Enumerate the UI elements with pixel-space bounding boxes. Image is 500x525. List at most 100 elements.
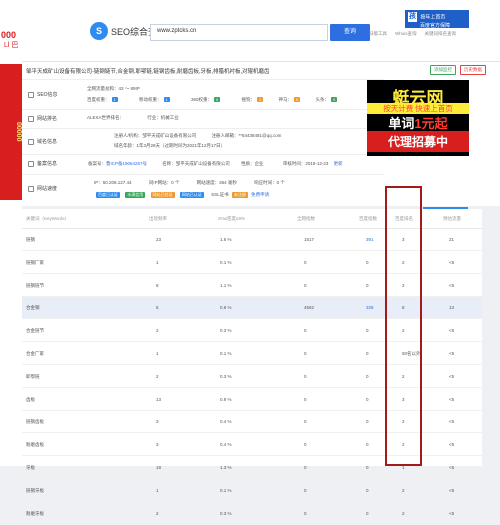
cell-baidu-index[interactable]: 328 bbox=[366, 305, 374, 310]
cell-traffic: <5 bbox=[449, 259, 455, 265]
th-frequency: 出现频率 bbox=[149, 216, 167, 221]
category-value[interactable]: 机械工业 bbox=[161, 115, 179, 120]
cell-density: 1.1 % bbox=[220, 282, 232, 288]
cell-baidu-index[interactable]: 0 bbox=[366, 397, 369, 402]
cell-baidu-index[interactable]: 0 bbox=[366, 283, 369, 288]
link-keyword-rank[interactable]: 关键词排名查询 bbox=[425, 31, 457, 37]
cell-frequency: 8 bbox=[156, 282, 159, 288]
domain-search-input[interactable]: www.zptcks.cn bbox=[150, 24, 328, 41]
table-row[interactable]: 耐磨牙板 2 0.3 % 0 0 2 <5 bbox=[22, 503, 482, 525]
cell-keyword: 链钢牙板 bbox=[26, 487, 44, 493]
traffic-row: 全网流量总和：43 ～ 89IP bbox=[87, 86, 140, 91]
toutiao-badge[interactable]: 0 bbox=[331, 97, 338, 102]
cell-frequency: 2 bbox=[156, 328, 159, 334]
cell-traffic: <5 bbox=[449, 442, 455, 448]
search-button[interactable]: 查询 bbox=[330, 24, 370, 41]
cell-keyword: 链钢齿板 bbox=[26, 419, 44, 425]
icp-label: 备案信息 bbox=[28, 160, 57, 167]
left-ad-banner[interactable]: 000 Ll 巴 00000 bbox=[0, 0, 22, 466]
cell-baidu-index[interactable]: 391 bbox=[366, 237, 374, 242]
add-monitor-button[interactable]: 添加监控 bbox=[430, 65, 456, 75]
credit-badge[interactable]: 水滴信用 bbox=[125, 192, 146, 198]
cell-frequency: 1 bbox=[156, 351, 159, 356]
corner-ad[interactable]: 孩 按年上首页 百度官方保障 bbox=[405, 10, 469, 29]
cell-traffic: <5 bbox=[449, 419, 455, 425]
cell-baidu-index[interactable]: 0 bbox=[366, 511, 369, 516]
corner-ad-icon: 孩 bbox=[408, 12, 417, 22]
cell-baidu-rank: 2 bbox=[402, 510, 405, 516]
sogou-badge[interactable]: 1 bbox=[257, 97, 264, 102]
cell-traffic: <5 bbox=[449, 373, 455, 379]
cell-all-index: 0 bbox=[304, 396, 307, 402]
baidu-verified-badge[interactable]: 百度已认证 bbox=[96, 192, 120, 198]
th-baidu-index: 百度指数 bbox=[359, 216, 377, 221]
top-header: S SEO综合查询 www.zptcks.cn 查询 旧版工具 Whois查询 … bbox=[22, 0, 500, 62]
cell-keyword: 合金钢 bbox=[26, 305, 40, 311]
cell-density: 0.3 % bbox=[220, 328, 232, 334]
shenma-badge[interactable]: 0 bbox=[294, 97, 301, 102]
weights-row: 百度权重： 1 移动权重： 1 360权重： 0 搜狗： 1 神马： 0 头条： 0 bbox=[87, 97, 338, 102]
cell-keyword: 齿板 bbox=[26, 396, 35, 402]
cell-frequency: 1 bbox=[156, 259, 159, 265]
cell-all-index: 0 bbox=[304, 351, 307, 356]
domain-age-row: 域名年龄：1年3月28天（过期时间为2021年12月17日） bbox=[114, 143, 226, 148]
cell-all-index: 4592 bbox=[304, 305, 315, 311]
icp-row: 备案号：鲁ICP备19064257号 名称：邹平天成矿山设备有限公司 性质：企业… bbox=[88, 161, 343, 166]
left-ad-top: 000 Ll 巴 bbox=[0, 0, 22, 64]
cell-baidu-index[interactable]: 0 bbox=[366, 328, 369, 333]
document-icon bbox=[28, 160, 34, 167]
link-old-version[interactable]: 旧版工具 bbox=[369, 31, 387, 37]
cell-traffic: <5 bbox=[449, 328, 455, 334]
cell-baidu-index[interactable]: 0 bbox=[366, 419, 369, 424]
cell-density: 0.4 % bbox=[220, 419, 232, 425]
cell-traffic: <5 bbox=[449, 282, 455, 288]
site-certified-badge[interactable]: 网站已认证 bbox=[179, 192, 204, 198]
site-verified-badge[interactable]: 网站已验证 bbox=[150, 192, 175, 198]
cell-traffic: 13 bbox=[449, 305, 455, 311]
baidu-weight-badge[interactable]: 1 bbox=[111, 97, 118, 102]
cell-baidu-index[interactable]: 0 bbox=[366, 260, 369, 265]
rank-label: 网站排名 bbox=[28, 115, 57, 122]
ad-banner-right[interactable]: 蜓云网 按天计费 快速上首页 单词1元起 代理招募中 bbox=[367, 80, 469, 156]
corner-ad-line2: 百度官方保障 bbox=[420, 23, 451, 29]
icp-number-link[interactable]: 鲁ICP备19064257号 bbox=[106, 161, 147, 166]
cert-row: 百度已认证 水滴信用 网站已验证 网站已认证 SSL证书 未注册 免费申请 bbox=[96, 192, 270, 198]
cell-baidu-index[interactable]: 0 bbox=[366, 488, 369, 493]
cell-traffic: <5 bbox=[449, 487, 455, 493]
cell-baidu-index[interactable]: 0 bbox=[366, 374, 369, 379]
cell-all-index: 1517 bbox=[304, 237, 315, 242]
cell-keyword: 耶鄂链 bbox=[26, 373, 40, 379]
site-title: 邹平天成矿山设备有限公司-链钢链节,合金钢,耶鄂链,链钢齿板,耐磨齿板,牙板,排… bbox=[26, 69, 270, 75]
unregistered-badge[interactable]: 未注册 bbox=[231, 192, 248, 198]
table-row[interactable]: 链钢牙板 1 0.1 % 0 0 2 <5 bbox=[22, 480, 482, 502]
cell-baidu-index[interactable]: 0 bbox=[366, 442, 369, 447]
free-apply-link[interactable]: 免费申请 bbox=[251, 192, 269, 197]
cell-density: 1.6 % bbox=[220, 237, 232, 242]
rank-icon bbox=[28, 115, 34, 122]
cell-density: 0.1 % bbox=[220, 259, 232, 265]
cell-all-index: 0 bbox=[304, 373, 307, 379]
cell-baidu-index[interactable]: 0 bbox=[366, 351, 369, 356]
th-keyword: 关键词（KeyWords） bbox=[26, 216, 70, 221]
cell-keyword: 耐磨牙板 bbox=[26, 510, 44, 516]
cell-all-index: 0 bbox=[304, 419, 307, 425]
360-weight-badge[interactable]: 0 bbox=[214, 97, 221, 102]
link-whois[interactable]: Whois查询 bbox=[395, 31, 417, 37]
ad-recruit: 代理招募中 bbox=[367, 131, 469, 152]
cell-traffic: <5 bbox=[449, 351, 455, 356]
ad-price: 单词1元起 bbox=[388, 116, 448, 131]
left-ad-number: 000 bbox=[1, 30, 17, 40]
cell-keyword: 链钢链节 bbox=[26, 282, 44, 288]
rank-section: 网站排名 ALEXA世界排名： 行业：机械工业 bbox=[22, 109, 384, 127]
cell-all-index: 0 bbox=[304, 259, 307, 265]
cell-traffic: 21 bbox=[449, 237, 455, 242]
domain-label: 域名信息 bbox=[28, 138, 57, 145]
cell-traffic: <5 bbox=[449, 396, 455, 402]
alexa-row: ALEXA世界排名： 行业：机械工业 bbox=[87, 115, 179, 120]
icp-refresh-link[interactable]: 更新 bbox=[334, 161, 343, 166]
cell-all-index: 0 bbox=[304, 487, 307, 493]
cell-keyword: 合金厂家 bbox=[26, 351, 44, 356]
history-data-button[interactable]: 历史数据 bbox=[460, 65, 486, 75]
mobile-weight-badge[interactable]: 1 bbox=[163, 97, 170, 102]
owner-row: 注册人/机构：邹平天成矿山设备有限公司 注册人邮箱：**84438481@qq.… bbox=[114, 133, 282, 138]
